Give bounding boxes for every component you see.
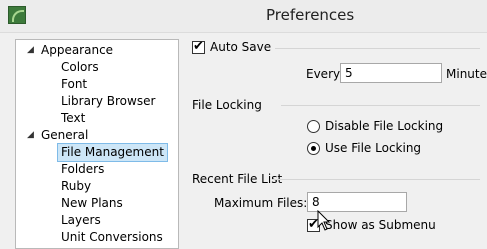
tree-item-appearance[interactable]: ◢ Appearance [16, 42, 178, 59]
tree-item-label: Appearance [41, 43, 114, 57]
tree-item-label: Layers [61, 213, 101, 227]
tree-item-layers[interactable]: Layers [16, 212, 178, 229]
tree-item-label: Unit Conversions [61, 230, 163, 244]
show-as-submenu-label: Show as Submenu [325, 218, 436, 232]
tree-item-label: Font [61, 77, 88, 91]
title-bar: Preferences [0, 0, 487, 33]
tree-item-label: Folders [61, 162, 105, 176]
maximum-files-input[interactable] [307, 192, 407, 212]
group-divider [275, 48, 480, 49]
auto-save-checkbox[interactable]: ✔ [192, 39, 205, 54]
tree-item-folders[interactable]: Folders [16, 161, 178, 178]
file-locking-heading: File Locking [192, 98, 262, 112]
tree-item-font[interactable]: Font [16, 76, 178, 93]
recent-file-list-heading: Recent File List [192, 172, 283, 186]
group-divider [281, 105, 480, 106]
tree-item-text[interactable]: Text [16, 110, 178, 127]
tree-item-unit-conversions[interactable]: Unit Conversions [16, 229, 178, 246]
auto-save-interval-input[interactable] [340, 63, 442, 83]
expand-arrow-icon[interactable]: ◢ [27, 127, 34, 144]
tree-item-label: File Management [57, 143, 168, 162]
tree-item-label: Library Browser [61, 94, 156, 108]
use-file-locking-label: Use File Locking [325, 141, 422, 155]
window-title: Preferences [266, 6, 355, 24]
tree-item-label: General [41, 128, 89, 142]
expand-arrow-icon[interactable]: ◢ [27, 42, 34, 59]
mouse-pointer-icon [317, 210, 331, 231]
tree-item-general[interactable]: ◢ General [16, 127, 178, 144]
tree-item-ruby[interactable]: Ruby [16, 178, 178, 195]
tree-item-label: Ruby [61, 179, 92, 193]
tree-item-new-plans[interactable]: New Plans [16, 195, 178, 212]
auto-save-label: Auto Save [210, 40, 272, 54]
tree-item-colors[interactable]: Colors [16, 59, 178, 76]
tree-item-file-management[interactable]: File Management [16, 143, 178, 162]
tree-item-label: Colors [61, 60, 99, 74]
minutes-unit-label: Minutes [446, 67, 487, 81]
group-divider [272, 179, 480, 180]
disable-file-locking-label: Disable File Locking [325, 119, 444, 133]
tree-item-label: Text [61, 111, 86, 125]
maximum-files-label: Maximum Files: [214, 196, 308, 210]
checkmark-icon: ✔ [193, 39, 204, 54]
every-label: Every [306, 67, 341, 81]
preferences-tree[interactable]: ◢ Appearance Colors Font Library Browser… [15, 39, 179, 249]
tree-item-library-browser[interactable]: Library Browser [16, 93, 178, 110]
tree-item-label: New Plans [61, 196, 123, 210]
app-logo-icon [8, 6, 26, 24]
use-file-locking-radio[interactable] [307, 142, 320, 155]
disable-file-locking-radio[interactable] [307, 120, 320, 133]
